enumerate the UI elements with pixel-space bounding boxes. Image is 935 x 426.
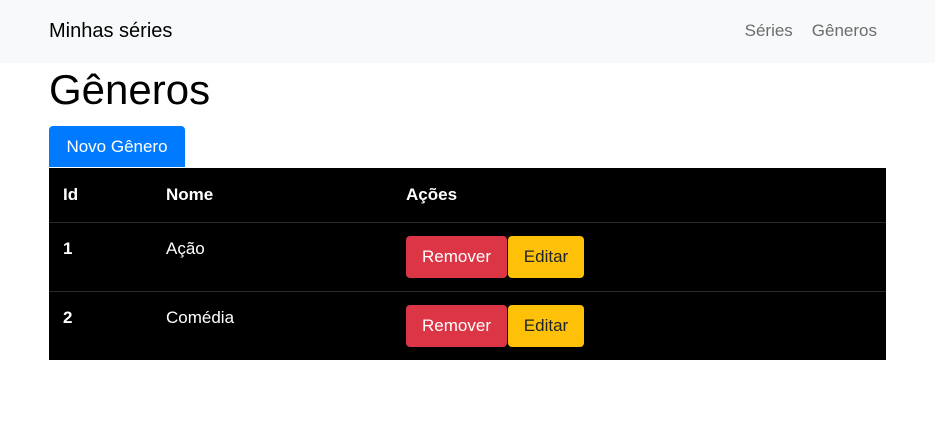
genres-table: Id Nome Ações 1 Ação Remover Editar 2 Co… — [49, 168, 886, 360]
nav-links: Séries Gêneros — [745, 20, 877, 42]
navbar-brand[interactable]: Minhas séries — [49, 18, 172, 44]
page-title: Gêneros — [49, 66, 211, 113]
remove-button[interactable]: Remover — [406, 305, 507, 347]
navbar: Minhas séries Séries Gêneros — [0, 0, 935, 63]
table-row: 1 Ação Remover Editar — [49, 222, 886, 291]
column-header-acoes: Ações — [406, 185, 458, 204]
edit-button[interactable]: Editar — [508, 305, 584, 347]
table-header-row: Id Nome Ações — [49, 168, 886, 222]
new-genre-button[interactable]: Novo Gênero — [49, 126, 185, 167]
column-header-id: Id — [63, 185, 79, 204]
remove-button[interactable]: Remover — [406, 236, 507, 278]
nav-link-series[interactable]: Séries — [745, 20, 793, 42]
row-actions: Remover Editar — [406, 305, 584, 347]
table-row: 2 Comédia Remover Editar — [49, 291, 886, 360]
row-nome: Ação — [166, 239, 205, 258]
nav-link-generos[interactable]: Gêneros — [812, 20, 877, 42]
row-actions: Remover Editar — [406, 236, 584, 278]
row-nome: Comédia — [166, 308, 235, 327]
row-id: 1 — [63, 239, 73, 258]
edit-button[interactable]: Editar — [508, 236, 584, 278]
column-header-nome: Nome — [166, 185, 214, 204]
row-id: 2 — [63, 308, 73, 327]
